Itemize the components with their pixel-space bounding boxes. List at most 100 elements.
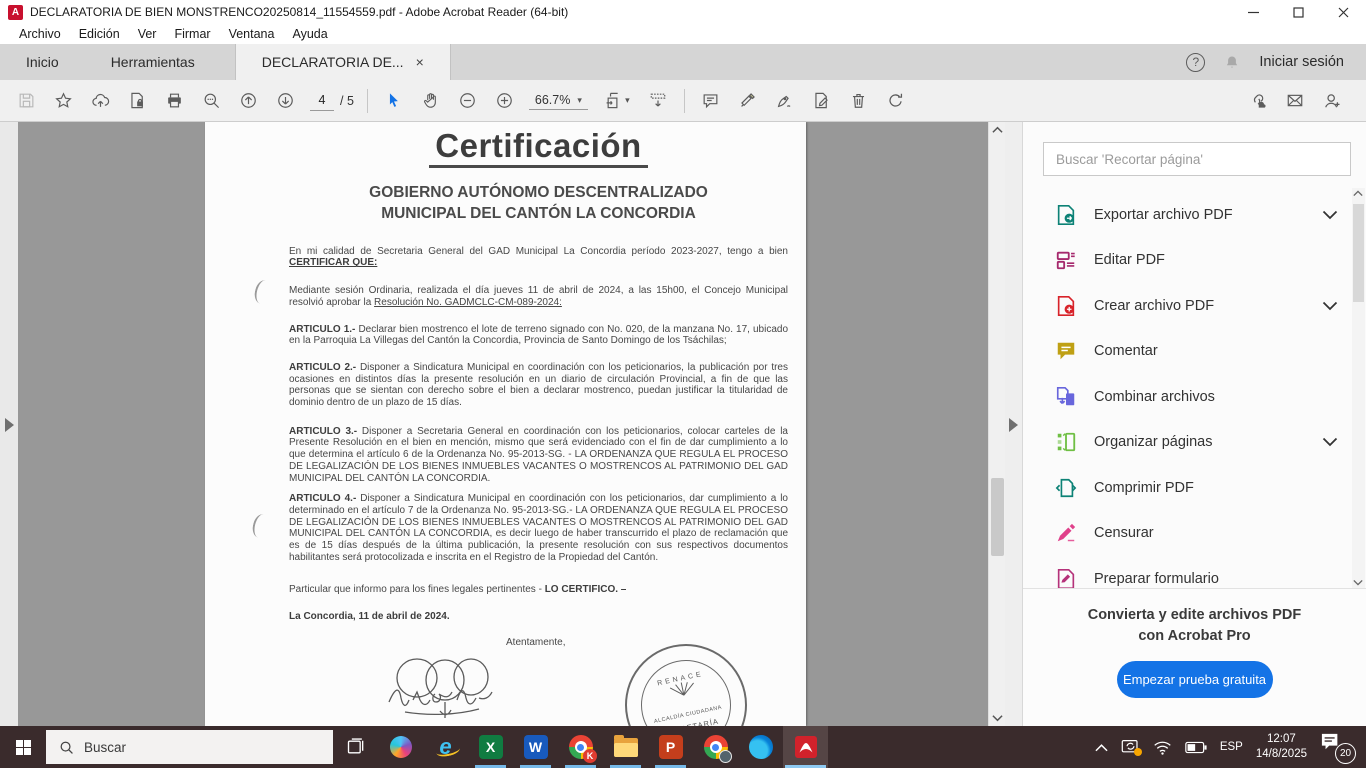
previous-page-button[interactable]	[230, 85, 267, 117]
clock[interactable]: 12:07 14/8/2025	[1256, 732, 1307, 762]
signin-link[interactable]: Iniciar sesión	[1259, 54, 1344, 70]
language-indicator[interactable]: ESP	[1220, 741, 1243, 753]
scrollbar-thumb[interactable]	[1353, 204, 1364, 302]
tool-organize-pages[interactable]: Organizar páginas	[1023, 420, 1352, 466]
export-protect-button[interactable]	[119, 85, 156, 117]
zoom-in-button[interactable]	[486, 85, 523, 117]
internet-explorer-button[interactable]: e	[423, 726, 468, 768]
battery-icon[interactable]	[1185, 741, 1207, 754]
share-link-button[interactable]	[1239, 85, 1276, 117]
minimize-button[interactable]	[1231, 0, 1276, 24]
tab-herramientas[interactable]: Herramientas	[85, 44, 221, 80]
tools-search-input[interactable]	[1043, 142, 1351, 176]
start-button[interactable]	[0, 726, 46, 768]
page-fit-dropdown[interactable]: ▾	[594, 85, 640, 117]
collapse-tools-panel-icon[interactable]	[1009, 418, 1018, 432]
menu-ayuda[interactable]: Ayuda	[283, 27, 336, 41]
tool-prepare-form[interactable]: Preparar formulario	[1023, 556, 1352, 588]
taskbar-search[interactable]: Buscar	[46, 730, 333, 764]
menu-archivo[interactable]: Archivo	[10, 27, 70, 41]
tab-document[interactable]: DECLARATORIA DE... ×	[235, 44, 451, 80]
tool-create-pdf[interactable]: Crear archivo PDF	[1023, 283, 1352, 329]
status-dot	[1134, 748, 1142, 756]
promo-line-2: con Acrobat Pro	[1023, 626, 1366, 647]
save-icon	[17, 91, 36, 110]
search-button[interactable]	[193, 85, 230, 117]
maximize-button[interactable]	[1276, 0, 1321, 24]
chevron-down-icon[interactable]	[1322, 437, 1338, 447]
powerpoint-button[interactable]: P	[648, 726, 693, 768]
edit-pdf-icon	[1055, 249, 1077, 271]
scroll-up-icon[interactable]	[992, 126, 1003, 134]
bell-icon[interactable]	[1223, 53, 1241, 72]
document-org: GOBIERNO AUTÓNOMO DESCENTRALIZADO MUNICI…	[289, 182, 788, 225]
link-cloud-icon	[1247, 91, 1268, 111]
menu-firmar[interactable]: Firmar	[165, 27, 219, 41]
print-button[interactable]	[156, 85, 193, 117]
powerpoint-icon: P	[659, 735, 683, 759]
open-left-panel-icon[interactable]	[5, 418, 14, 432]
notification-center-button[interactable]: 20	[1320, 732, 1356, 762]
salutation: Atentamente,	[506, 637, 788, 649]
tool-comment[interactable]: Comentar	[1023, 329, 1352, 375]
tool-edit-pdf[interactable]: Editar PDF	[1023, 238, 1352, 284]
scroll-down-icon[interactable]	[1353, 579, 1363, 586]
scroll-down-icon[interactable]	[992, 714, 1003, 722]
wifi-icon[interactable]	[1153, 740, 1172, 755]
fill-sign-button[interactable]	[803, 85, 840, 117]
chevron-down-icon[interactable]	[1322, 301, 1338, 311]
help-icon[interactable]: ?	[1186, 53, 1205, 72]
title-bar: A DECLARATORIA DE BIEN MONSTRENCO2025081…	[0, 0, 1366, 24]
maximize-icon	[1293, 7, 1304, 18]
select-tool-button[interactable]	[375, 85, 412, 117]
file-explorer-button[interactable]	[603, 726, 648, 768]
page-number-input[interactable]	[310, 91, 334, 111]
close-button[interactable]	[1321, 0, 1366, 24]
tray-chevron-up-icon[interactable]	[1095, 743, 1108, 752]
sidebar-scrollbar[interactable]	[1352, 188, 1365, 588]
hand-tool-button[interactable]	[412, 85, 449, 117]
scroll-up-icon[interactable]	[1353, 190, 1363, 197]
chrome-profile-badge: K	[583, 749, 597, 763]
copilot-button[interactable]	[378, 726, 423, 768]
zoom-level-dropdown[interactable]: 66.7% ▾	[529, 91, 588, 110]
redo-rotate-button[interactable]	[877, 85, 914, 117]
menu-ventana[interactable]: Ventana	[220, 27, 284, 41]
menu-edicion[interactable]: Edición	[70, 27, 129, 41]
sync-device-icon[interactable]	[1121, 739, 1140, 756]
excel-button[interactable]: X	[468, 726, 513, 768]
windows-taskbar: Buscar e X W K P	[0, 726, 1366, 768]
chrome-button[interactable]	[693, 726, 738, 768]
menu-ver[interactable]: Ver	[129, 27, 166, 41]
acrobat-taskbar-button[interactable]	[783, 726, 828, 768]
document-scrollbar[interactable]	[988, 122, 1005, 726]
highlight-button[interactable]	[729, 85, 766, 117]
chevron-down-icon[interactable]	[1322, 210, 1338, 220]
delete-pages-button[interactable]	[840, 85, 877, 117]
email-button[interactable]	[1276, 85, 1313, 117]
chrome-profile-button[interactable]: K	[558, 726, 603, 768]
scroll-mode-button[interactable]	[640, 85, 677, 117]
star-button[interactable]	[45, 85, 82, 117]
share-cloud-button[interactable]	[82, 85, 119, 117]
tool-compress-pdf[interactable]: Comprimir PDF	[1023, 465, 1352, 511]
tab-inicio[interactable]: Inicio	[0, 44, 85, 80]
task-view-button[interactable]	[333, 726, 378, 768]
start-free-trial-button[interactable]: Empezar prueba gratuita	[1117, 661, 1273, 698]
add-account-button[interactable]	[1313, 85, 1350, 117]
tool-redact[interactable]: Censurar	[1023, 511, 1352, 557]
article-4: ARTICULO 4.- Disponer a Sindicatura Muni…	[289, 493, 788, 563]
zoom-out-button[interactable]	[449, 85, 486, 117]
next-page-button[interactable]	[267, 85, 304, 117]
save-button[interactable]	[8, 85, 45, 117]
comment-button[interactable]	[692, 85, 729, 117]
tab-close-icon[interactable]: ×	[416, 55, 424, 69]
sign-button[interactable]	[766, 85, 803, 117]
tool-combine-files[interactable]: Combinar archivos	[1023, 374, 1352, 420]
tool-export-pdf[interactable]: Exportar archivo PDF	[1023, 192, 1352, 238]
notification-count-badge: 20	[1335, 743, 1356, 764]
scrollbar-thumb[interactable]	[991, 478, 1004, 556]
tab-document-label: DECLARATORIA DE...	[262, 54, 404, 70]
edge-button[interactable]	[738, 726, 783, 768]
word-button[interactable]: W	[513, 726, 558, 768]
